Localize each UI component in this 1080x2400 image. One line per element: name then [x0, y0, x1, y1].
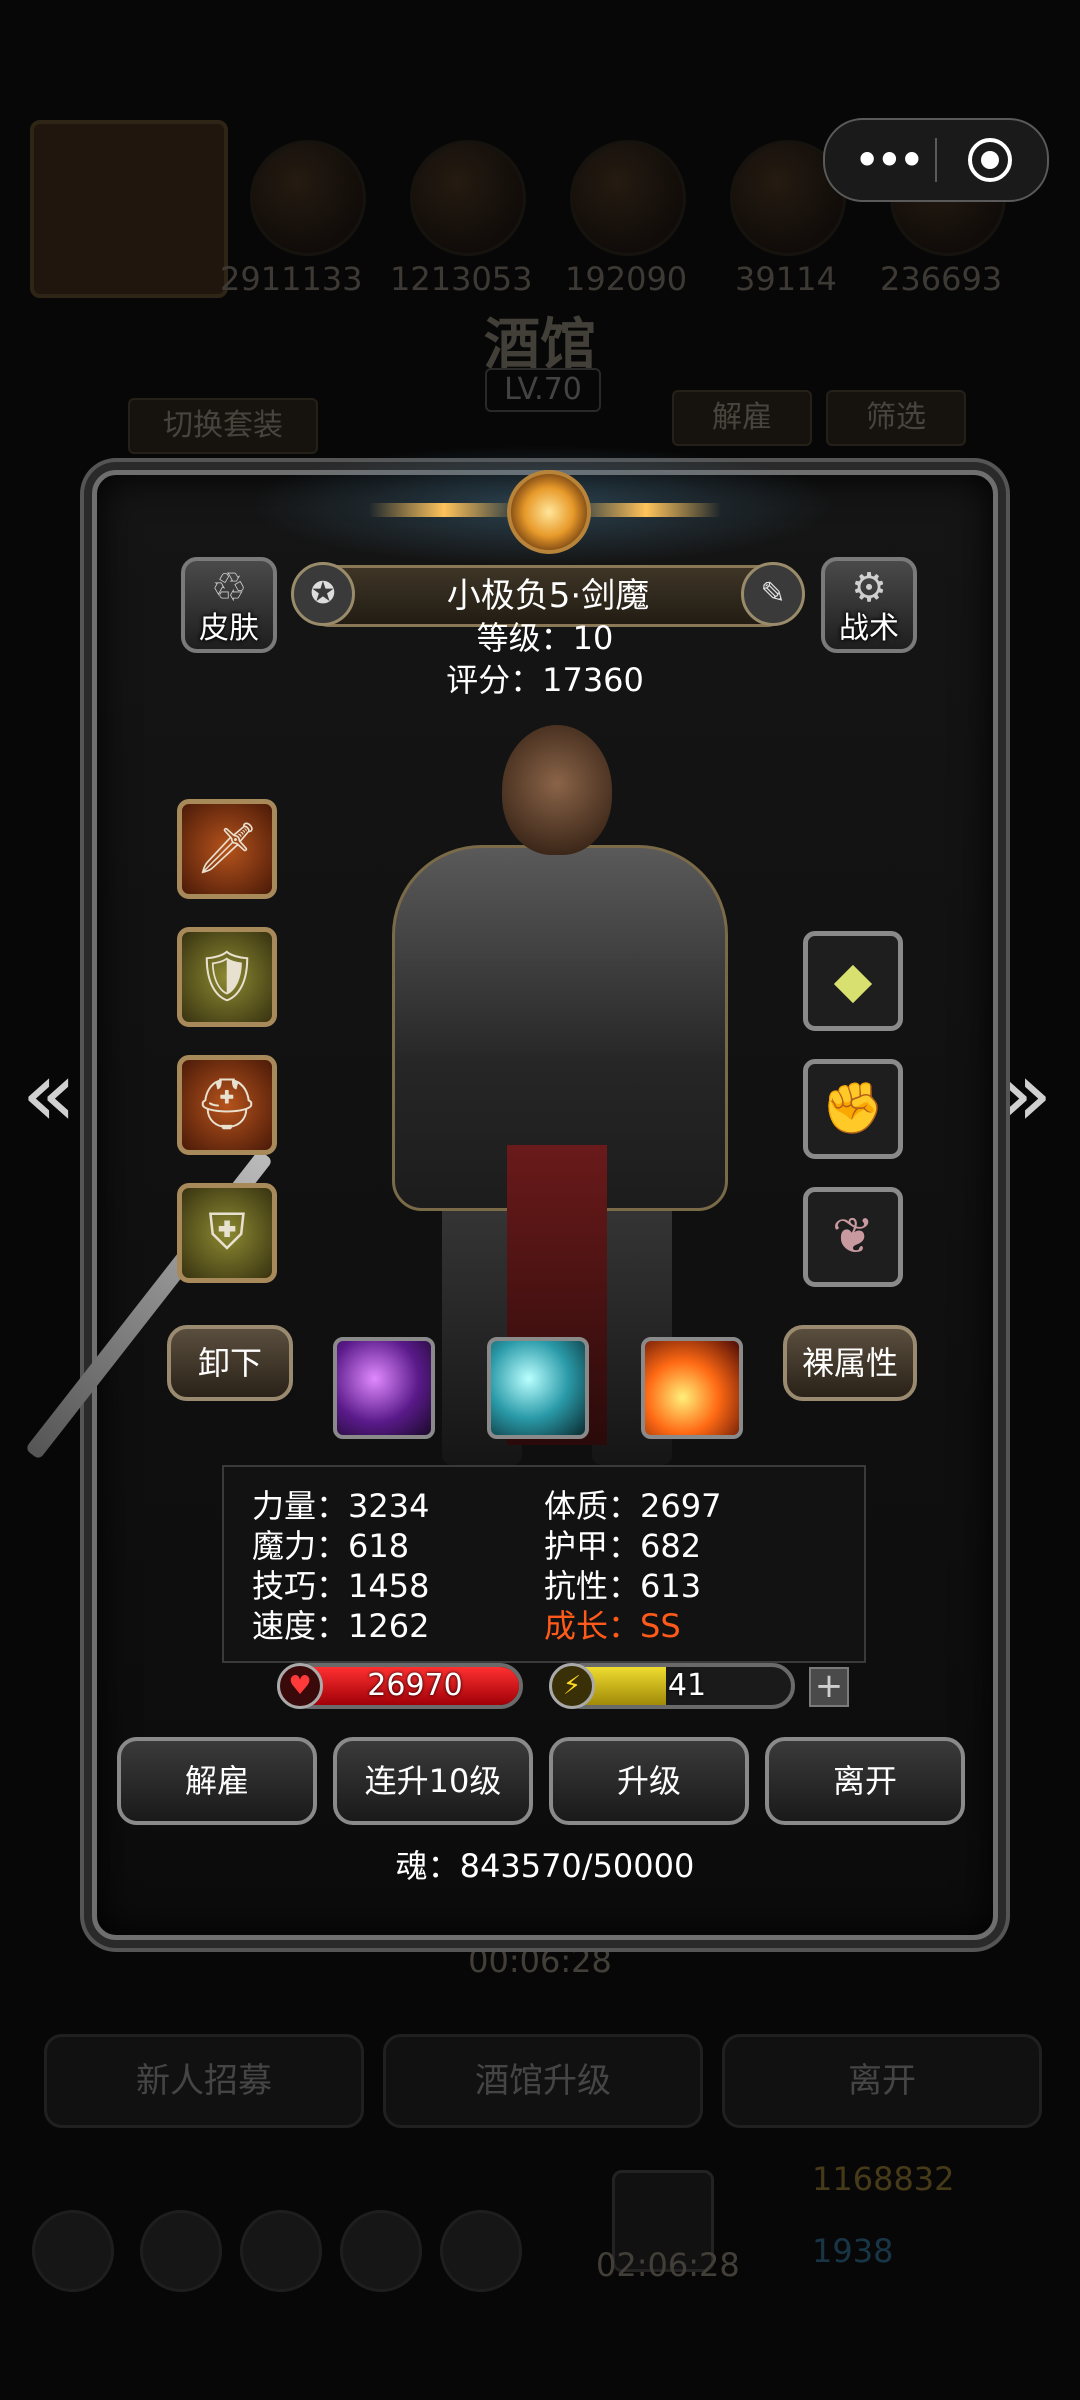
stat-speed: 速度：1262: [252, 1607, 430, 1645]
bg-gem-amount: 1938: [812, 2232, 894, 2270]
bg-resource-count: 192090: [565, 260, 688, 298]
bg-bottom-timer: 02:06:28: [596, 2246, 740, 2284]
emblem-icon: [507, 470, 591, 554]
bg-recruit-button: 新人招募: [44, 2034, 364, 2128]
bg-gold-amount: 1168832: [812, 2160, 955, 2198]
bg-resource-count: 2911133: [220, 260, 363, 298]
bg-menu-icon: [140, 2210, 222, 2292]
lightning-icon: ⚡: [549, 1663, 595, 1709]
skill-fire-icon[interactable]: [641, 1337, 743, 1439]
hero-name: 小极负5·剑魔: [446, 576, 650, 616]
energy-value: 41: [667, 1668, 707, 1703]
bg-resource-count: 1213053: [390, 260, 533, 298]
bg-resource-count: 236693: [880, 260, 1003, 298]
weapon-slot-icon[interactable]: 🗡: [177, 799, 277, 899]
stat-growth: 成长：SS: [544, 1607, 681, 1645]
bg-resource-icon: [250, 140, 366, 256]
bg-timer: 00:06:28: [468, 1942, 612, 1980]
stats-panel: 力量：3234 体质：2697 魔力：618 护甲：682 技巧：1458 抗性…: [222, 1465, 866, 1663]
hero-head: [502, 725, 612, 855]
unequip-button[interactable]: 卸下: [167, 1325, 293, 1401]
helmet-slot-icon[interactable]: ⛑: [177, 1055, 277, 1155]
capsule-divider: [935, 138, 937, 182]
gauntlet-slot-icon[interactable]: ✊: [803, 1059, 903, 1159]
bg-leave-button: 离开: [722, 2034, 1042, 2128]
add-energy-button[interactable]: +: [809, 1667, 849, 1707]
level-up-button[interactable]: 升级: [549, 1737, 749, 1825]
hero-score: 评分：17360: [446, 661, 644, 699]
bg-resource-icon: [570, 140, 686, 256]
bg-menu-icon: [440, 2210, 522, 2292]
soul-counter: 魂：843570/50000: [395, 1847, 695, 1885]
shield-slot-icon[interactable]: ⛨: [177, 1183, 277, 1283]
target-icon[interactable]: [968, 138, 1012, 182]
armor-slot-icon[interactable]: 🛡: [177, 927, 277, 1027]
bg-menu-icon: [240, 2210, 322, 2292]
more-dots-icon[interactable]: •••: [855, 141, 924, 179]
emblem-wing-left: [369, 503, 519, 517]
bg-avatar-frame: [30, 120, 228, 298]
bg-tavern-level: LV.70: [485, 368, 601, 412]
bg-menu-icon: [32, 2210, 114, 2292]
bg-filter-button: 筛选: [826, 390, 966, 446]
bg-resource-icon: [410, 140, 526, 256]
bg-upgrade-tavern-button: 酒馆升级: [383, 2034, 703, 2128]
bg-menu-icon: [340, 2210, 422, 2292]
prev-hero-arrow-icon[interactable]: «: [14, 1050, 84, 1140]
heart-icon: ♥: [277, 1663, 323, 1709]
next-hero-arrow-icon[interactable]: »: [990, 1050, 1060, 1140]
leave-button[interactable]: 离开: [765, 1737, 965, 1825]
dismiss-button[interactable]: 解雇: [117, 1737, 317, 1825]
bare-attributes-button[interactable]: 裸属性: [783, 1325, 917, 1401]
hero-detail-panel: ♲ 皮肤 ⚙ 战术 ✪ 小极负5·剑魔 ✎ 等级：10 评分：17360 🗡 🛡…: [24, 445, 998, 1940]
skill-slash-icon[interactable]: [333, 1337, 435, 1439]
emblem-wing-right: [571, 503, 721, 517]
miniprogram-capsule: •••: [823, 118, 1049, 202]
level-up-10-button[interactable]: 连升10级: [333, 1737, 533, 1825]
bg-dismiss-button: 解雇: [672, 390, 812, 446]
feather-slot-icon[interactable]: ❦: [803, 1187, 903, 1287]
gem-slot-icon[interactable]: ◆: [803, 931, 903, 1031]
bg-resource-count: 39114: [735, 260, 837, 298]
skill-wind-icon[interactable]: [487, 1337, 589, 1439]
hero-level: 等级：10: [476, 619, 614, 657]
hp-value: 26970: [367, 1668, 463, 1703]
